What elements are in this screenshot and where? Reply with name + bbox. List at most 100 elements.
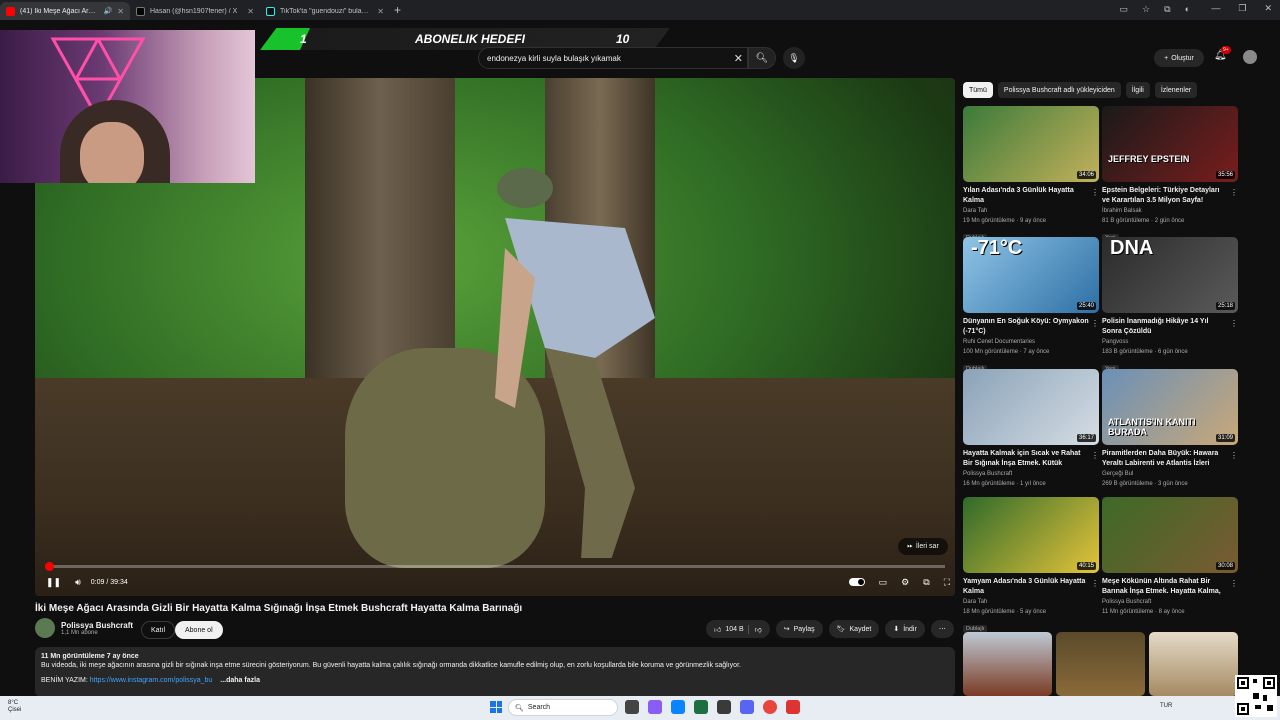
share-button[interactable]: ↪ Paylaş	[775, 620, 823, 638]
recommendation-card[interactable]: -71°C 25:40 Dünyanın En Soğuk Köyü: Oymyak…	[963, 237, 1099, 375]
more-vertical-icon[interactable]: ⋮	[1091, 451, 1099, 460]
bookmark-star-icon[interactable]: ☆	[1142, 4, 1150, 15]
recommendation-channel[interactable]: Dara Tah	[963, 598, 1099, 607]
profile-icon[interactable]: ◐	[1185, 4, 1190, 15]
chip-from-uploader[interactable]: Polissya Bushcraft adlı yükleyiciden	[997, 82, 1121, 98]
speaker-icon[interactable]: 🔊	[104, 7, 113, 15]
recommendation-channel[interactable]: Polissya Bushcraft	[963, 470, 1099, 479]
recommendation-title[interactable]: Meşe Kökünün Altında Rahat Bir Barınak İ…	[1102, 577, 1228, 597]
search-input[interactable]: endonezya kirli suyla bulaşık yıkamak ✕	[478, 47, 748, 69]
recommendation-card[interactable]: JEFFREY EPSTEIN 35:56 Epstein Belgeleri: T…	[1102, 106, 1238, 244]
recommendation-card[interactable]: 34:06 Yılan Adası'nda 3 Günlük Hayatta Ka…	[963, 106, 1099, 244]
more-vertical-icon[interactable]: ⋮	[1230, 579, 1238, 588]
browser-tab-youtube[interactable]: (41) İki Meşe Ağacı Arasında 🔊 ✕	[0, 2, 130, 20]
chip-related[interactable]: İlgili	[1125, 82, 1150, 98]
recommendation-title[interactable]: Yamyam Adası'nda 3 Günlük Hayatta Kalma	[963, 577, 1089, 597]
recommendation-channel[interactable]: Polissya Bushcraft	[1102, 598, 1238, 607]
recommendation-title[interactable]: Dünyanın En Soğuk Köyü: Oymyakon (-71°C)	[963, 317, 1089, 337]
join-button[interactable]: Katıl	[141, 621, 176, 639]
search-button[interactable]: 🔍︎	[748, 47, 776, 69]
more-vertical-icon[interactable]: ⋮	[1091, 319, 1099, 328]
voice-search-button[interactable]: 🎙︎	[783, 47, 805, 69]
more-vertical-icon[interactable]: ⋮	[1091, 188, 1099, 197]
more-actions-button[interactable]: ⋯	[930, 620, 954, 638]
maximize-icon[interactable]: ❐	[1238, 3, 1246, 14]
recommendation-channel[interactable]: Gerçeği Bul	[1102, 470, 1238, 479]
browser-tab-tiktok[interactable]: TikTok'ta "guendouzi" bulabilirsin ✕	[260, 2, 390, 20]
recommendation-title[interactable]: Yılan Adası'nda 3 Günlük Hayatta Kalma	[963, 186, 1089, 206]
chip-watched[interactable]: İzlenenler	[1154, 82, 1198, 98]
video-thumbnail[interactable]: -71°C 25:40	[963, 237, 1099, 313]
fullscreen-icon[interactable]: ⛶	[944, 577, 950, 588]
thumbs-down-icon[interactable]: 👎︎	[747, 624, 762, 634]
recommendation-title[interactable]: Hayatta Kalmak için Sıcak ve Rahat Bir S…	[963, 449, 1089, 469]
close-tab-icon[interactable]: ✕	[377, 7, 384, 16]
chip-all[interactable]: Tümü	[963, 82, 993, 98]
app-icon[interactable]	[786, 700, 800, 714]
video-thumbnail[interactable]: JEFFREY EPSTEIN 35:56	[1102, 106, 1238, 182]
recommendation-channel[interactable]: Pangvoss	[1102, 338, 1238, 347]
video-thumbnail[interactable]: ATLANTIS'IN KANITI BURADA 31:09	[1102, 369, 1238, 445]
app-icon[interactable]	[648, 700, 662, 714]
recommendation-title[interactable]: Piramitlerden Daha Büyük: Hawara Yeraltı…	[1102, 449, 1228, 469]
recommendation-card[interactable]: 30:08 Meşe Kökünün Altında Rahat Bir Barı…	[1102, 497, 1238, 617]
extensions-icon[interactable]: ⧉	[1164, 4, 1170, 15]
notifications-button[interactable]: 🔔︎ 9+	[1214, 46, 1231, 61]
app-icon[interactable]	[694, 700, 708, 714]
task-view-icon[interactable]	[625, 700, 639, 714]
recommendation-thumbnail[interactable]	[963, 632, 1052, 696]
weather-widget[interactable]: 8°C Çisei	[8, 700, 21, 714]
channel-name[interactable]: Polissya Bushcraft	[61, 621, 133, 630]
new-tab-icon[interactable]: +	[394, 3, 401, 17]
video-thumbnail[interactable]: DNA 25:18	[1102, 237, 1238, 313]
video-thumbnail[interactable]: 34:06	[963, 106, 1099, 182]
more-vertical-icon[interactable]: ⋮	[1091, 579, 1099, 588]
pause-icon[interactable]: ❚❚	[46, 577, 61, 588]
progress-scrubber[interactable]	[45, 562, 54, 571]
skip-forward-button[interactable]: ⏩︎ İleri sar	[898, 538, 948, 555]
browser-tab-x[interactable]: Hasan (@hsn1907fener) / X ✕	[130, 2, 260, 20]
recommendation-card[interactable]: DNA 25:18 Polisin İnanmadığı Hikâye 14 Yıl…	[1102, 237, 1238, 375]
video-thumbnail[interactable]: 36:17	[963, 369, 1099, 445]
language-indicator[interactable]: TUR	[1160, 703, 1172, 709]
volume-icon[interactable]: 🔊︎	[75, 577, 81, 588]
autoplay-toggle[interactable]	[848, 578, 865, 586]
recommendation-thumbnail[interactable]	[1056, 632, 1145, 696]
more-vertical-icon[interactable]: ⋮	[1230, 319, 1238, 328]
progress-bar[interactable]	[45, 562, 945, 571]
app-icon[interactable]	[717, 700, 731, 714]
recommendation-thumbnail[interactable]	[1149, 632, 1238, 696]
instagram-link[interactable]: https://www.instagram.com/polissya_bu	[90, 677, 213, 684]
close-tab-icon[interactable]: ✕	[247, 7, 254, 16]
chrome-icon[interactable]	[763, 700, 777, 714]
show-more-link[interactable]: ...daha fazla	[220, 677, 260, 684]
more-vertical-icon[interactable]: ⋮	[1230, 451, 1238, 460]
taskbar-search[interactable]: 🔍︎ Search	[508, 699, 618, 716]
windows-start-icon[interactable]	[490, 701, 502, 713]
subscribe-button[interactable]: Abone ol	[175, 621, 223, 639]
recommendation-title[interactable]: Epstein Belgeleri: Türkiye Detayları ve …	[1102, 186, 1228, 206]
close-tab-icon[interactable]: ✕	[117, 7, 124, 16]
description-box[interactable]: 11 Mn görüntüleme 7 ay önce Bu videoda, …	[35, 647, 955, 697]
minimize-icon[interactable]: —	[1211, 3, 1220, 14]
account-avatar[interactable]	[1243, 50, 1257, 64]
video-thumbnail[interactable]: 40:15	[963, 497, 1099, 573]
recommendation-card[interactable]: ATLANTIS'IN KANITI BURADA 31:09 Piramitler…	[1102, 369, 1238, 507]
video-thumbnail[interactable]: 30:08	[1102, 497, 1238, 573]
recommendation-channel[interactable]: Ruhi Cenet Documentaries	[963, 338, 1099, 347]
recommendation-card[interactable]: 40:15 Yamyam Adası'nda 3 Günlük Hayatta K…	[963, 497, 1099, 635]
save-button[interactable]: 🔖︎ Kaydet	[828, 620, 880, 638]
subtitles-icon[interactable]: ▭	[879, 577, 888, 588]
recommendation-title[interactable]: Polisin İnanmadığı Hikâye 14 Yıl Sonra Ç…	[1102, 317, 1228, 337]
like-button[interactable]: 👍︎ 104 B 👎︎	[706, 620, 770, 638]
edge-icon[interactable]	[671, 700, 685, 714]
close-window-icon[interactable]: ✕	[1264, 3, 1272, 14]
miniplayer-icon[interactable]: ⧉	[923, 577, 929, 588]
cast-icon[interactable]: ▭	[1120, 4, 1129, 15]
channel-avatar[interactable]	[35, 618, 55, 638]
recommendation-channel[interactable]: Dara Tah	[963, 207, 1099, 216]
recommendation-card[interactable]: 36:17 Hayatta Kalmak için Sıcak ve Rahat …	[963, 369, 1099, 489]
create-button[interactable]: + Oluştur	[1154, 49, 1204, 67]
settings-gear-icon[interactable]: ⚙	[901, 577, 909, 588]
discord-icon[interactable]	[740, 700, 754, 714]
